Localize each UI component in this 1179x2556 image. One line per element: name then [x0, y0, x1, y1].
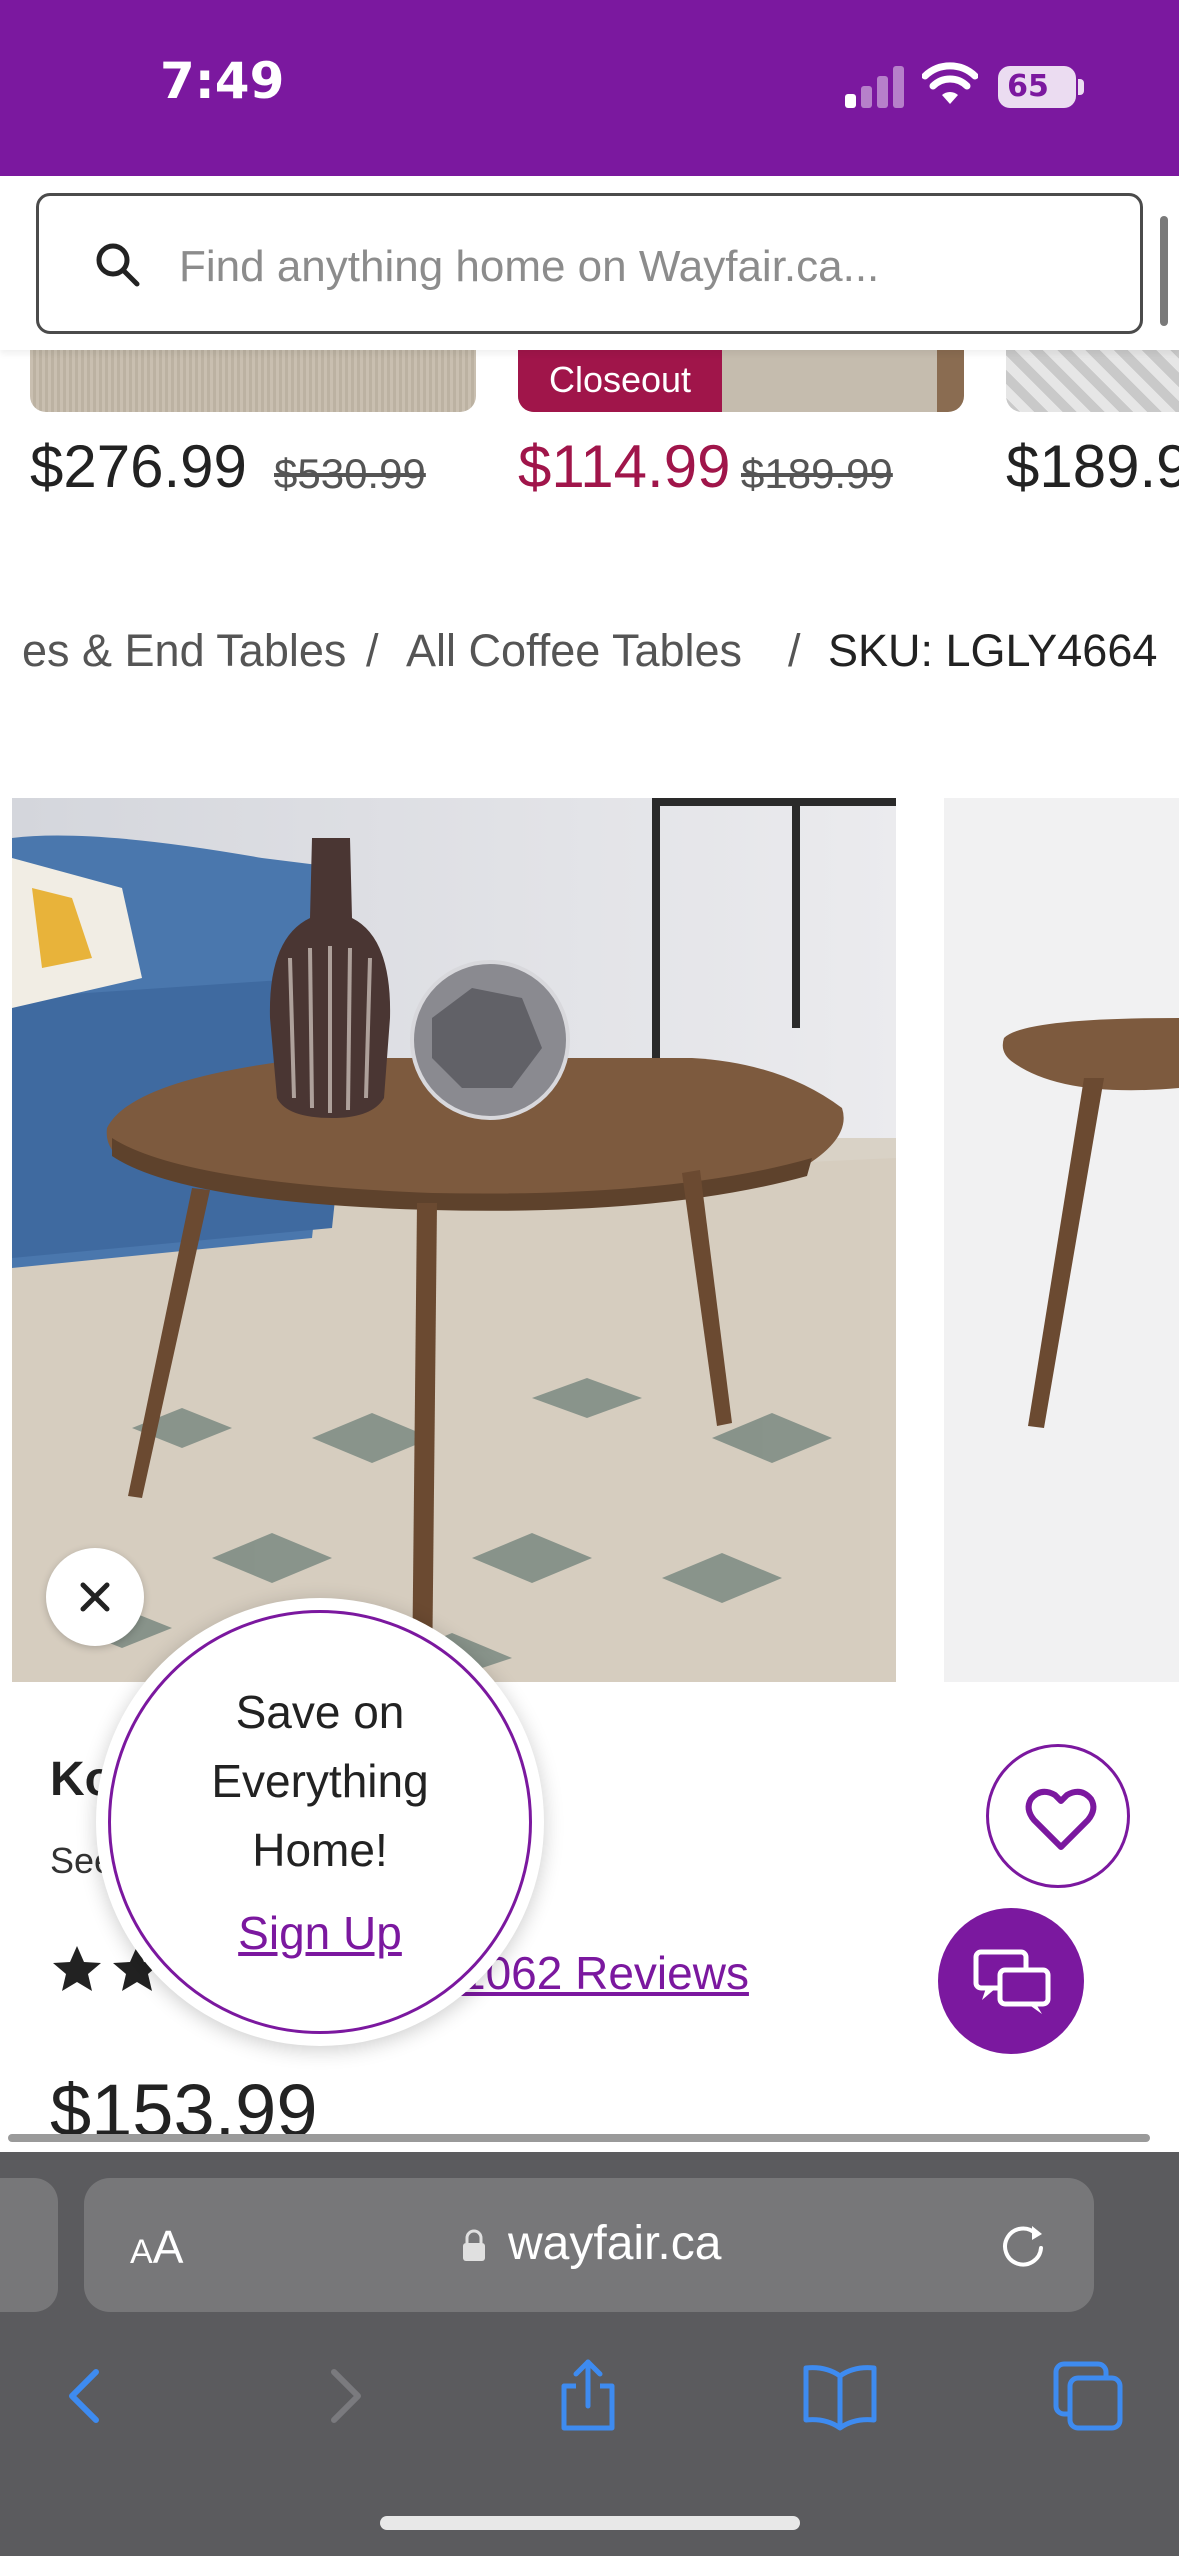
scrollbar: [1160, 216, 1168, 326]
share-icon[interactable]: [548, 2356, 628, 2436]
product-image[interactable]: [12, 798, 896, 1682]
tabs-icon[interactable]: [1048, 2356, 1128, 2436]
chat-icon: [973, 1949, 1051, 2014]
carousel-old-price: $189.99: [741, 450, 893, 497]
breadcrumb-link[interactable]: es & End Tables: [22, 625, 346, 677]
bookmarks-icon[interactable]: [800, 2356, 880, 2436]
signup-popup: Save on Everything Home! Sign Up: [96, 1598, 544, 2046]
wishlist-button[interactable]: [986, 1744, 1130, 1888]
reload-icon[interactable]: [996, 2218, 1050, 2272]
carousel-price: $276.99: [30, 433, 247, 500]
signup-link[interactable]: Sign Up: [96, 1906, 544, 1960]
breadcrumb-sku: SKU: LGLY4664: [828, 625, 1158, 676]
search-header: Find anything home on Wayfair.ca...: [0, 176, 1179, 350]
breadcrumb-separator: /: [788, 625, 801, 676]
breadcrumb-link[interactable]: All Coffee Tables: [406, 625, 742, 677]
previous-tab[interactable]: [0, 2178, 58, 2312]
wifi-icon: [922, 62, 978, 104]
horizontal-scrollbar: [8, 2134, 1150, 2142]
carousel-old-price: $530.99: [274, 450, 426, 497]
carousel-price: $189.9: [1006, 433, 1179, 500]
breadcrumb-separator: /: [366, 625, 379, 676]
breadcrumb: es & End Tables / All Coffee Tables / SK…: [0, 625, 1179, 685]
search-icon: [96, 243, 140, 287]
status-time: 7:49: [160, 52, 285, 110]
search-placeholder: Find anything home on Wayfair.ca...: [179, 242, 880, 291]
battery-icon: 65: [998, 66, 1084, 108]
heart-icon: [1025, 1788, 1097, 1850]
closeout-badge: Closeout: [518, 348, 722, 412]
lock-icon: [463, 2229, 485, 2261]
address-bar[interactable]: AA wayfair.ca: [84, 2178, 1094, 2312]
popup-close-button[interactable]: [46, 1548, 144, 1646]
url-text: wayfair.ca: [508, 2217, 722, 2270]
coffee-table-photo: [12, 798, 896, 1682]
product-image-next[interactable]: [944, 798, 1179, 1682]
carousel-item-image[interactable]: [1006, 350, 1179, 412]
browser-chrome: AA wayfair.ca: [0, 2152, 1179, 2556]
back-icon[interactable]: [48, 2356, 128, 2436]
text-size-button[interactable]: AA: [130, 2220, 183, 2274]
status-bar: 7:49 65: [0, 0, 1179, 176]
carousel-price: $114.99: [518, 433, 731, 500]
close-icon: [80, 1582, 110, 1612]
forward-icon[interactable]: [302, 2356, 382, 2436]
carousel-item-image[interactable]: [30, 350, 476, 412]
chat-button[interactable]: [938, 1908, 1084, 2054]
battery-level: 65: [1007, 69, 1049, 104]
search-input[interactable]: Find anything home on Wayfair.ca...: [36, 193, 1143, 334]
home-indicator: [380, 2516, 800, 2530]
signal-icon: [845, 64, 905, 108]
popup-message: Save on Everything Home!: [211, 1686, 429, 1876]
